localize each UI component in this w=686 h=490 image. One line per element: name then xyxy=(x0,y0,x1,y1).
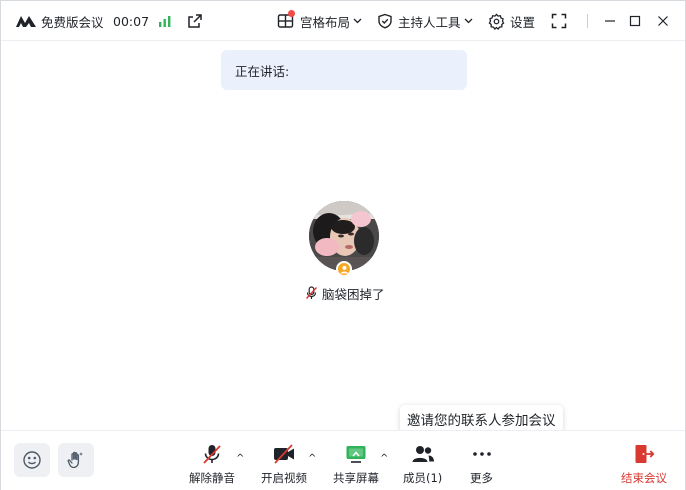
app-name: 免费版会议 xyxy=(41,14,104,30)
close-icon xyxy=(658,16,668,26)
invite-tooltip: 邀请您的联系人参加会议 xyxy=(400,405,563,433)
signal-icon xyxy=(159,16,171,27)
tooltip-text: 邀请您的联系人参加会议 xyxy=(407,413,556,429)
signal-strength[interactable] xyxy=(158,1,172,41)
maximize-button[interactable] xyxy=(629,1,641,41)
host-tools-button[interactable]: 主持人工具 xyxy=(377,1,473,41)
meeting-toolbar: 解除静音 ^ 开启视频 ^ 共享屏幕 ^ 成员(1) 更多 结束会议 xyxy=(1,430,685,490)
end-meeting-button[interactable]: 结束会议 xyxy=(621,443,667,486)
gear-icon xyxy=(488,12,505,30)
raise-hand-icon xyxy=(67,451,83,469)
meeting-timer: 00:07 xyxy=(113,13,150,29)
mic-off-icon xyxy=(305,286,318,299)
share-options-caret[interactable]: ^ xyxy=(380,453,388,464)
host-badge xyxy=(336,261,352,277)
participant-avatar[interactable] xyxy=(309,201,379,277)
open-external-button[interactable] xyxy=(187,1,203,41)
fullscreen-button[interactable] xyxy=(551,1,567,41)
minimize-icon xyxy=(605,20,615,22)
members-icon xyxy=(412,446,434,462)
share-screen-button[interactable]: 共享屏幕 xyxy=(333,443,379,486)
layout-label: 宫格布局 xyxy=(300,14,351,30)
mic-options-caret[interactable]: ^ xyxy=(236,453,244,464)
app-logo: 免费版会议 xyxy=(15,1,104,41)
emoji-button[interactable] xyxy=(14,443,50,477)
mic-off-icon xyxy=(203,445,221,464)
video-off-icon xyxy=(274,444,294,464)
unmute-button[interactable]: 解除静音 xyxy=(189,443,235,486)
more-button[interactable]: 更多 xyxy=(470,443,493,486)
participant-name: 脑袋困掉了 xyxy=(322,286,385,302)
chevron-down-icon xyxy=(464,18,472,24)
minimize-button[interactable] xyxy=(604,1,616,41)
speaking-indicator: 正在讲话: xyxy=(221,50,467,90)
emoji-icon xyxy=(23,451,41,469)
shield-icon xyxy=(378,13,392,29)
video-options-caret[interactable]: ^ xyxy=(308,453,316,464)
host-icon xyxy=(340,265,348,274)
start-video-button[interactable]: 开启视频 xyxy=(261,443,307,486)
logo-icon xyxy=(16,16,36,27)
grid-layout-button[interactable]: 宫格布局 xyxy=(277,1,362,41)
share-screen-label: 共享屏幕 xyxy=(333,471,379,485)
title-bar: 免费版会议 00:07 宫格布局 主持人工具 设置 xyxy=(1,1,685,41)
host-tools-label: 主持人工具 xyxy=(398,14,461,30)
settings-label: 设置 xyxy=(510,14,536,30)
exit-icon xyxy=(635,445,655,463)
speaking-label: 正在讲话: xyxy=(235,63,290,79)
start-video-label: 开启视频 xyxy=(261,471,307,485)
fullscreen-icon xyxy=(551,13,567,29)
chevron-down-icon xyxy=(353,18,362,24)
title-separator xyxy=(587,1,588,41)
external-link-icon xyxy=(188,14,202,28)
raise-hand-button[interactable] xyxy=(58,443,94,477)
participant-name-row: 脑袋困掉了 xyxy=(305,284,385,302)
unmute-label: 解除静音 xyxy=(189,471,235,485)
notification-dot xyxy=(288,10,295,17)
meeting-window: 免费版会议 00:07 宫格布局 主持人工具 设置 正在讲话: 脑袋困掉了 邀请… xyxy=(0,0,686,490)
settings-button[interactable]: 设置 xyxy=(488,1,535,41)
end-meeting-label: 结束会议 xyxy=(621,471,667,485)
grid-layout-icon-wrap xyxy=(277,10,295,29)
close-button[interactable] xyxy=(657,1,669,41)
maximize-icon xyxy=(629,15,641,27)
members-button[interactable]: 成员(1) xyxy=(403,443,442,486)
share-screen-icon xyxy=(346,446,366,463)
more-label: 更多 xyxy=(470,471,493,485)
members-label: 成员(1) xyxy=(403,471,443,485)
more-icon xyxy=(472,452,491,456)
